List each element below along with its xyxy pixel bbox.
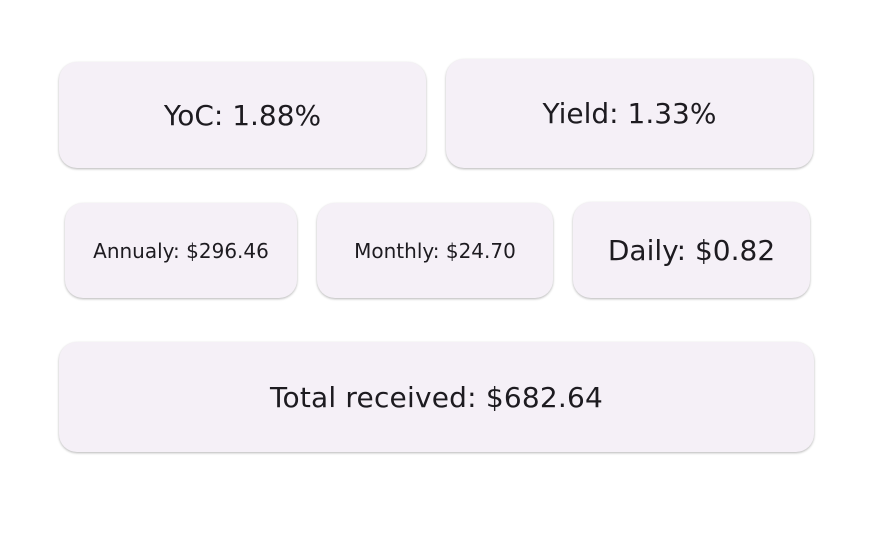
yoc-value: YoC: 1.88% — [163, 98, 322, 132]
total-received-card: Total received: $682.64 — [59, 342, 814, 452]
monthly-dividend-card: Monthly: $24.70 — [317, 203, 553, 298]
daily-dividend-card: Daily: $0.82 — [573, 202, 810, 298]
yoc-card: YoC: 1.88% — [59, 62, 426, 168]
yield-card: Yield: 1.33% — [446, 59, 813, 168]
yield-value: Yield: 1.33% — [542, 97, 717, 130]
annual-dividend-card: Annualy: $296.46 — [65, 203, 297, 298]
total-received-value: Total received: $682.64 — [269, 380, 604, 414]
daily-dividend-value: Daily: $0.82 — [607, 233, 776, 267]
annual-dividend-value: Annualy: $296.46 — [93, 238, 269, 263]
monthly-dividend-value: Monthly: $24.70 — [354, 238, 516, 263]
